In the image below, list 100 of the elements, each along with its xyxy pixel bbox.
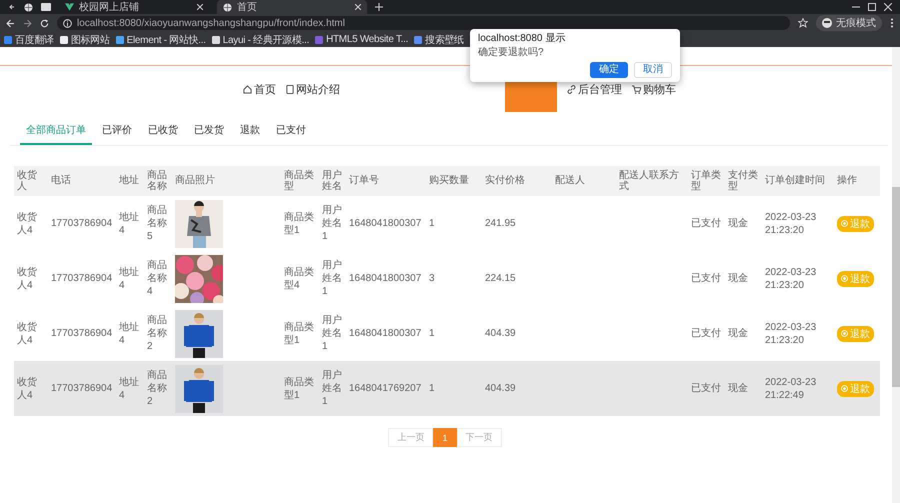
table-cell: 用户姓名1 [322, 315, 342, 352]
bookmark[interactable]: HTML5 Website T... [315, 34, 408, 45]
close-icon[interactable] [197, 4, 203, 10]
bookmark-icon [414, 36, 422, 44]
bookmark-icon [4, 36, 12, 44]
nav-link[interactable]: 首页 [243, 82, 276, 97]
url-text: localhost:8080/xiaoyuanwangshangshangpu/front/index.html [77, 18, 345, 28]
nav-link[interactable]: 后台管理 [567, 82, 622, 97]
dialog-title: localhost:8080 显示 [478, 33, 566, 45]
reload-icon[interactable] [40, 18, 49, 28]
bookmark-icon [60, 36, 68, 44]
table-cell: 404.39 [485, 383, 516, 394]
close-icon[interactable] [355, 4, 361, 10]
table-cell: 已支付 [691, 273, 721, 284]
table-cell: 404.39 [485, 328, 516, 339]
column-header: 用户姓名 [322, 170, 342, 192]
v-logo-icon [65, 3, 74, 11]
browser-tab[interactable]: 校园网上店铺 [59, 0, 209, 14]
order-tab[interactable]: 已支付 [270, 119, 312, 145]
globe-icon [223, 2, 232, 12]
bookmark[interactable]: 搜索壁纸 [414, 32, 464, 46]
radio-icon [841, 330, 848, 337]
info-icon [63, 18, 72, 28]
bookmark[interactable]: 百度翻译 [4, 32, 54, 46]
table-cell: 2022-03-23 21:22:49 [765, 376, 816, 400]
table-cell: 商品名称2 [147, 315, 167, 352]
table-cell: 17703786904 [51, 218, 112, 229]
confirm-button[interactable]: 确定 [590, 62, 628, 78]
order-tab[interactable]: 已评价 [96, 119, 138, 145]
globe-icon[interactable] [24, 2, 33, 12]
table-cell: 收货人4 [17, 322, 37, 346]
table-cell: 商品名称2 [147, 370, 167, 407]
nav-link[interactable]: 购物车 [632, 82, 676, 97]
table-cell: 商品类型4 [284, 266, 314, 290]
cancel-button[interactable]: 取消 [634, 62, 672, 78]
browser-tab[interactable]: 首页 [217, 0, 367, 14]
address-bar[interactable]: localhost:8080/xiaoyuanwangshangshangpu/front/index.html [57, 16, 790, 30]
star-icon[interactable] [798, 18, 808, 28]
table-cell: 1 [429, 328, 435, 339]
column-header: 地址 [119, 175, 139, 186]
table-cell: 1648041800307 [349, 273, 422, 284]
incognito-icon [822, 18, 832, 28]
bookmark-icon [315, 36, 324, 44]
column-header: 订单创建时间 [765, 175, 825, 186]
table-cell: 商品类型1 [284, 212, 314, 236]
table-cell: 17703786904 [51, 273, 112, 284]
order-tab[interactable]: 退款 [234, 119, 266, 145]
column-header: 商品类型 [284, 170, 314, 192]
nav-link[interactable]: 网站介绍 [286, 82, 340, 97]
profile-button[interactable]: 无痕模式 [816, 15, 882, 31]
table-cell: 已支付 [691, 328, 721, 339]
radio-icon [841, 275, 848, 282]
table-cell: 商品名称5 [147, 205, 167, 242]
column-header: 订单类型 [691, 170, 721, 192]
back-icon[interactable] [8, 3, 16, 11]
bookmark[interactable]: Layui - 经典开源模... [212, 32, 310, 46]
bookmark[interactable]: Element - 网站快... [116, 32, 206, 46]
menu-icon[interactable] [890, 18, 894, 28]
back-icon[interactable] [6, 18, 15, 28]
home-icon [243, 85, 252, 94]
column-header: 收货人 [17, 170, 37, 192]
order-tab[interactable]: 已发货 [188, 119, 230, 145]
close-icon[interactable] [884, 3, 892, 11]
tab-title: 校园网上店铺 [79, 0, 139, 14]
table-cell: 商品名称4 [147, 260, 167, 297]
document-icon [286, 85, 294, 94]
bookmark[interactable]: 图标网站 [60, 32, 110, 46]
table-cell: 1648041800307 [349, 218, 422, 229]
table-cell: 3 [429, 273, 435, 284]
table-cell: 现金 [728, 218, 748, 229]
column-header: 购买数量 [429, 175, 469, 186]
table-cell: 1 [429, 383, 435, 394]
new-tab-icon[interactable] [375, 3, 383, 11]
column-header: 支付类型 [728, 170, 758, 192]
table-cell: 地址4 [119, 266, 139, 290]
table-cell: 已支付 [691, 383, 721, 394]
dialog-message: 确定要退款吗? [478, 47, 545, 59]
table-cell: 2022-03-23 21:23:20 [765, 266, 816, 290]
table-cell: 1648041800307 [349, 328, 422, 339]
order-tab[interactable]: 已收货 [142, 119, 184, 145]
table-cell: 224.15 [485, 273, 516, 284]
table-cell: 1 [429, 218, 435, 229]
table-cell: 现金 [728, 328, 748, 339]
table-cell: 用户姓名1 [322, 370, 342, 407]
column-header: 操作 [837, 175, 857, 186]
radio-icon [841, 220, 848, 227]
table-cell: 2022-03-23 21:23:20 [765, 212, 816, 236]
maximize-icon[interactable] [868, 3, 876, 11]
column-header: 实付价格 [485, 175, 525, 186]
table-cell: 商品类型1 [284, 322, 314, 346]
tab-title: 首页 [237, 1, 257, 14]
table-cell: 现金 [728, 383, 748, 394]
table-cell: 1648041769207 [349, 383, 422, 394]
column-header: 订单号 [349, 175, 379, 186]
forward-icon[interactable] [23, 18, 32, 28]
cart-icon [632, 85, 641, 94]
table-cell: 收货人4 [17, 266, 37, 290]
table-cell: 2022-03-23 21:23:20 [765, 322, 816, 346]
radio-icon [841, 385, 848, 392]
table-cell: 用户姓名1 [322, 205, 342, 242]
